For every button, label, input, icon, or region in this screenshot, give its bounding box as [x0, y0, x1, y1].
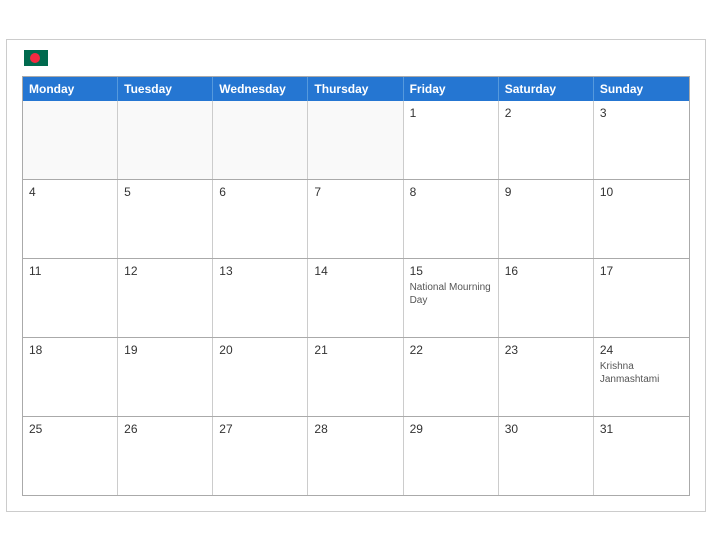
calendar-cell: 15 National Mourning Day	[404, 259, 499, 337]
calendar-grid: MondayTuesdayWednesdayThursdayFridaySatu…	[22, 76, 690, 496]
calendar-week-3: 11 12 13 14 15 National Mourning Day 16 17	[23, 259, 689, 338]
cell-date: 2	[505, 106, 587, 120]
day-header-monday: Monday	[23, 77, 118, 101]
calendar-weeks: 123456789101112131415National Mourning D…	[23, 101, 689, 496]
calendar-container: MondayTuesdayWednesdayThursdayFridaySatu…	[6, 39, 706, 512]
calendar-cell: 19	[118, 338, 213, 416]
logo	[22, 50, 48, 66]
calendar-cell: 10	[594, 180, 689, 258]
cell-date: 22	[410, 343, 492, 357]
calendar-cell: 18	[23, 338, 118, 416]
calendar-cell: 12	[118, 259, 213, 337]
calendar-days-header: MondayTuesdayWednesdayThursdayFridaySatu…	[23, 77, 689, 101]
calendar-cell: 11	[23, 259, 118, 337]
calendar-cell	[23, 101, 118, 179]
cell-date: 11	[29, 264, 111, 278]
calendar-cell: 30	[499, 417, 594, 495]
cell-date: 13	[219, 264, 301, 278]
cell-event: National Mourning Day	[410, 281, 492, 307]
calendar-cell: 16	[499, 259, 594, 337]
calendar-cell	[308, 101, 403, 179]
calendar-header	[22, 50, 690, 66]
calendar-cell: 5	[118, 180, 213, 258]
cell-date: 21	[314, 343, 396, 357]
cell-date: 8	[410, 185, 492, 199]
cell-date: 3	[600, 106, 683, 120]
cell-date: 16	[505, 264, 587, 278]
calendar-cell: 4	[23, 180, 118, 258]
calendar-week-2: 456789 10	[23, 180, 689, 259]
cell-date: 12	[124, 264, 206, 278]
cell-date: 10	[600, 185, 683, 199]
calendar-week-4: 18 19 20 21 22 23 24 Krishna Janmashtami	[23, 338, 689, 417]
calendar-cell: 27	[213, 417, 308, 495]
calendar-cell: 21	[308, 338, 403, 416]
cell-date: 18	[29, 343, 111, 357]
cell-date: 19	[124, 343, 206, 357]
cell-date: 31	[600, 422, 683, 436]
calendar-cell: 25	[23, 417, 118, 495]
logo-flag-icon	[24, 50, 48, 66]
calendar-cell: 22	[404, 338, 499, 416]
cell-date: 17	[600, 264, 683, 278]
calendar-cell: 28	[308, 417, 403, 495]
calendar-cell	[118, 101, 213, 179]
calendar-cell: 8	[404, 180, 499, 258]
calendar-cell: 3	[594, 101, 689, 179]
calendar-week-1: 123	[23, 101, 689, 180]
cell-date: 23	[505, 343, 587, 357]
calendar-week-5: 25 26 27 28 29 30 31	[23, 417, 689, 496]
calendar-cell	[213, 101, 308, 179]
cell-date: 30	[505, 422, 587, 436]
cell-date: 14	[314, 264, 396, 278]
cell-date: 1	[410, 106, 492, 120]
day-header-thursday: Thursday	[308, 77, 403, 101]
calendar-cell: 13	[213, 259, 308, 337]
cell-date: 20	[219, 343, 301, 357]
cell-date: 26	[124, 422, 206, 436]
cell-date: 7	[314, 185, 396, 199]
cell-date: 24	[600, 343, 683, 357]
calendar-cell: 31	[594, 417, 689, 495]
calendar-cell: 14	[308, 259, 403, 337]
day-header-friday: Friday	[404, 77, 499, 101]
cell-date: 15	[410, 264, 492, 278]
cell-date: 5	[124, 185, 206, 199]
cell-date: 9	[505, 185, 587, 199]
cell-date: 6	[219, 185, 301, 199]
calendar-cell: 6	[213, 180, 308, 258]
day-header-sunday: Sunday	[594, 77, 689, 101]
calendar-cell: 2	[499, 101, 594, 179]
calendar-cell: 29	[404, 417, 499, 495]
calendar-cell: 1	[404, 101, 499, 179]
calendar-cell: 23	[499, 338, 594, 416]
cell-date: 28	[314, 422, 396, 436]
cell-event: Krishna Janmashtami	[600, 360, 683, 386]
calendar-cell: 17	[594, 259, 689, 337]
calendar-cell: 9	[499, 180, 594, 258]
day-header-saturday: Saturday	[499, 77, 594, 101]
cell-date: 29	[410, 422, 492, 436]
calendar-cell: 24 Krishna Janmashtami	[594, 338, 689, 416]
calendar-cell: 7	[308, 180, 403, 258]
day-header-tuesday: Tuesday	[118, 77, 213, 101]
logo-text	[22, 50, 48, 66]
calendar-cell: 26	[118, 417, 213, 495]
day-header-wednesday: Wednesday	[213, 77, 308, 101]
cell-date: 25	[29, 422, 111, 436]
calendar-cell: 20	[213, 338, 308, 416]
cell-date: 4	[29, 185, 111, 199]
cell-date: 27	[219, 422, 301, 436]
